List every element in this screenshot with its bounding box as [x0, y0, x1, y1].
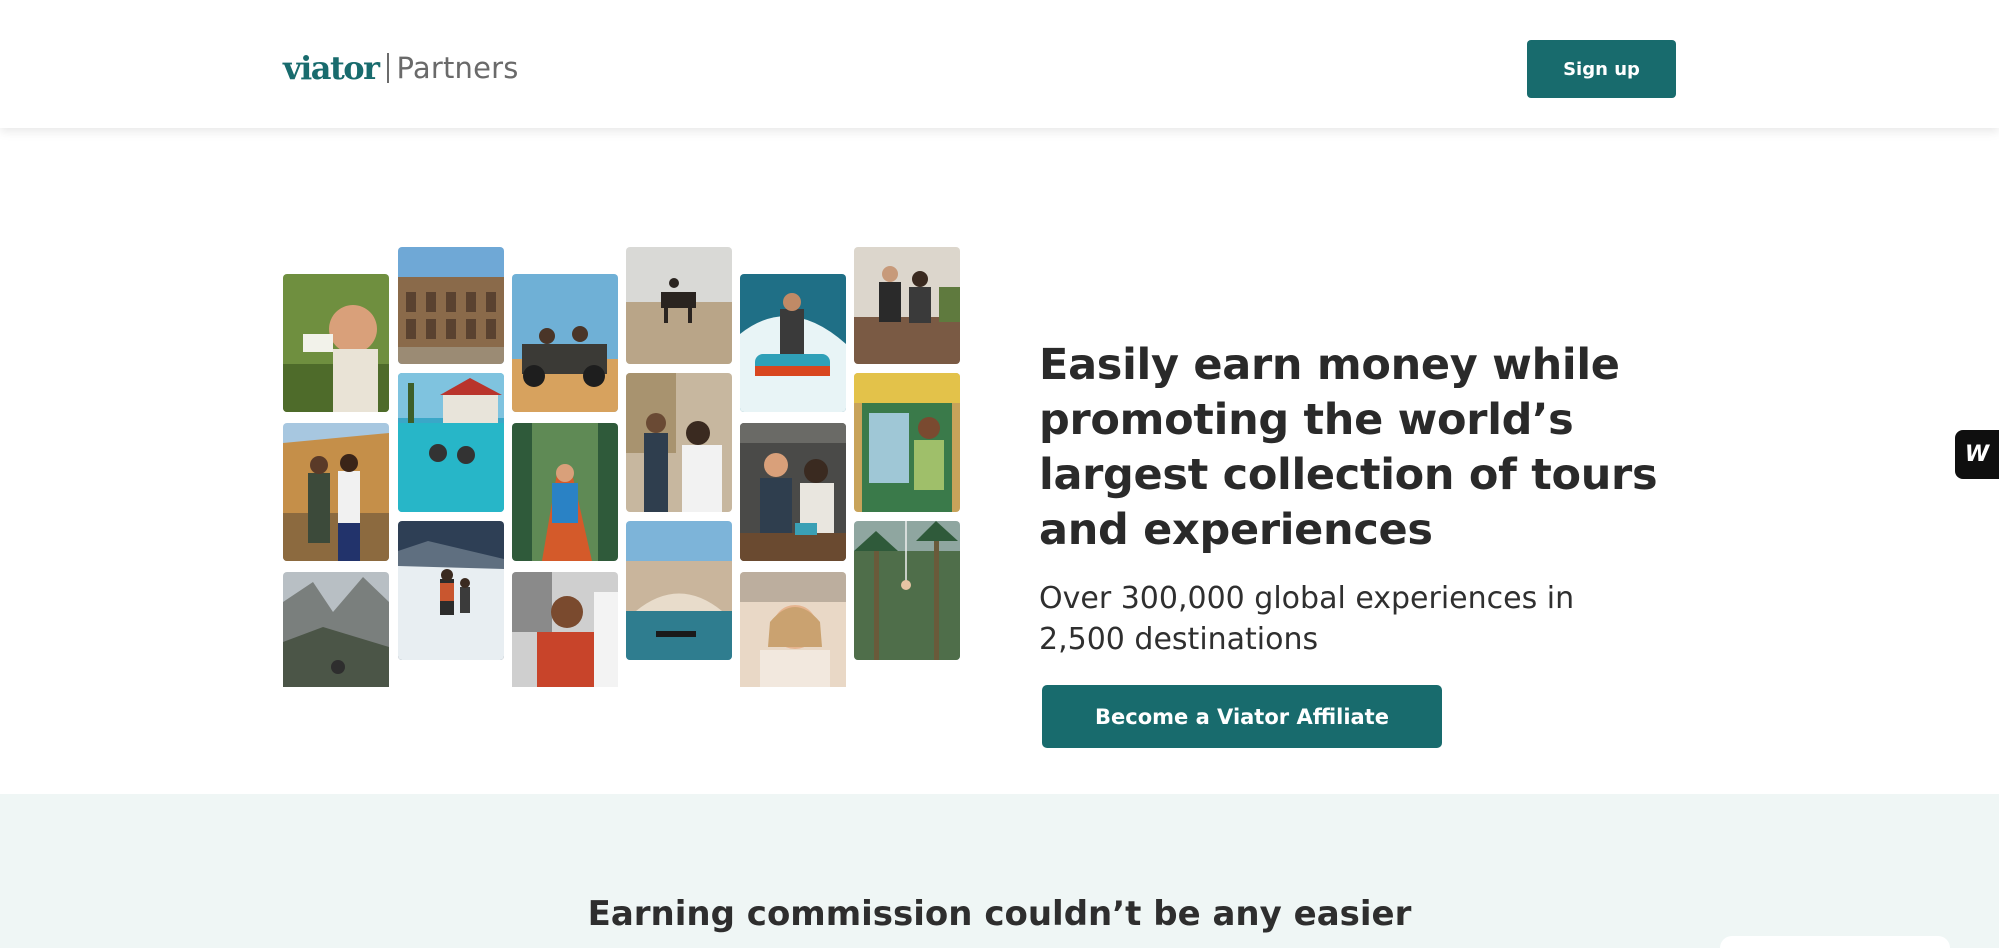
- photo-tile: [740, 572, 846, 687]
- photo-tile: [626, 373, 732, 512]
- section-title: Earning commission couldn’t be any easie…: [587, 894, 1412, 934]
- photo-tile: [854, 521, 960, 660]
- photo-tile: [626, 521, 732, 660]
- sign-up-button[interactable]: Sign up: [1527, 40, 1676, 98]
- site-header: viator Partners Sign up: [0, 0, 1999, 128]
- photo-tile: [283, 572, 389, 687]
- photo-tile: [740, 274, 846, 412]
- photo-tile: [398, 521, 504, 660]
- hero-subtitle: Over 300,000 global experiences in 2,500…: [1039, 581, 1575, 657]
- photo-tile: [283, 423, 389, 561]
- photo-tile: [398, 373, 504, 512]
- w-logo-icon: W: [1964, 442, 1990, 467]
- side-widget-tab[interactable]: W: [1955, 430, 1999, 479]
- logo-partners-text: Partners: [396, 51, 519, 85]
- logo-wordmark: viator: [283, 49, 380, 87]
- photo-tile: [854, 373, 960, 512]
- how-it-works-section: Earning commission couldn’t be any easie…: [0, 794, 1999, 948]
- photo-tile: [740, 423, 846, 561]
- photo-tile: [512, 423, 618, 561]
- photo-tile: [626, 247, 732, 364]
- experience-photo-collage: [283, 247, 961, 687]
- hero-title: Easily earn money while promoting the wo…: [1039, 340, 1658, 555]
- floating-card: [1720, 936, 1950, 948]
- photo-tile: [854, 247, 960, 364]
- photo-tile: [512, 572, 618, 687]
- photo-tile: [398, 247, 504, 364]
- viator-partners-logo[interactable]: viator Partners: [283, 48, 519, 88]
- become-affiliate-button[interactable]: Become a Viator Affiliate: [1042, 685, 1442, 748]
- photo-tile: [512, 274, 618, 412]
- logo-divider: [387, 53, 390, 83]
- photo-tile: [283, 274, 389, 412]
